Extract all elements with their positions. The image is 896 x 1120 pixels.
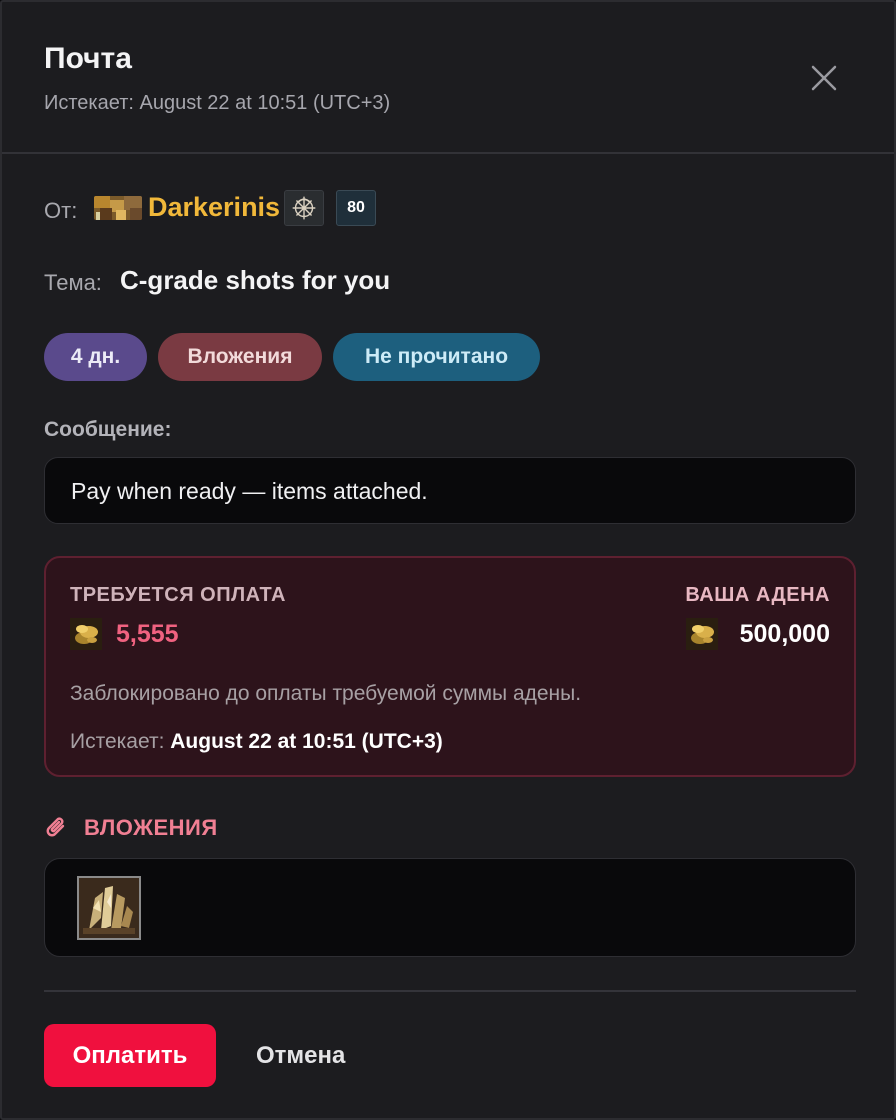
footer-divider (44, 990, 856, 992)
expires-text: Истекает: August 22 at 10:51 (UTC+3) (44, 92, 391, 114)
subject-label: Тема: (44, 270, 102, 295)
dialog-title: Почта (44, 42, 132, 75)
payment-panel: ТРЕБУЕТСЯ ОПЛАТА ВАША АДЕНА 5,555 500,00… (44, 556, 856, 777)
adena-coin-icon (70, 618, 102, 650)
attachment-item[interactable] (77, 876, 141, 940)
adena-balance-amount: 500,000 (739, 620, 830, 648)
payment-expires-prefix: Истекает: (70, 730, 165, 753)
paperclip-icon (46, 817, 65, 837)
pay-button[interactable]: Оплатить (44, 1024, 216, 1087)
payment-expires-value: August 22 at 10:51 (UTC+3) (170, 730, 443, 753)
adena-coin-icon (686, 618, 718, 650)
payment-expires: Истекает: August 22 at 10:51 (UTC+3) (70, 730, 443, 754)
close-icon[interactable] (808, 62, 840, 94)
cancel-button[interactable]: Отмена (256, 1042, 345, 1070)
days-left-badge: 4 дн. (44, 333, 147, 381)
level-badge: 80 (336, 190, 376, 226)
message-body: Pay when ready — items attached. (44, 457, 856, 524)
sender-name[interactable]: Darkerinis (148, 192, 280, 223)
unread-badge: Не прочитано (333, 333, 540, 381)
adena-balance-label: ВАША АДЕНА (685, 584, 830, 606)
payment-required-label: ТРЕБУЕТСЯ ОПЛАТА (70, 584, 286, 606)
payment-lock-note: Заблокировано до оплаты требуемой суммы … (70, 682, 582, 705)
soulshot-item-icon (79, 878, 139, 938)
dialog-header: Почта Истекает: August 22 at 10:51 (UTC+… (2, 2, 894, 154)
attachments-badge: Вложения (158, 333, 322, 381)
message-label: Сообщение: (44, 418, 172, 441)
clan-crest-icon (284, 190, 324, 226)
attachments-heading: ВЛОЖЕНИЯ (84, 815, 218, 840)
character-portrait-icon (94, 196, 142, 220)
mail-dialog: Почта Истекает: August 22 at 10:51 (UTC+… (0, 0, 896, 1120)
attachments-list (44, 858, 856, 957)
from-label: От: (44, 198, 78, 223)
subject-text: C-grade shots for you (120, 265, 391, 295)
payment-required-amount: 5,555 (116, 620, 179, 648)
